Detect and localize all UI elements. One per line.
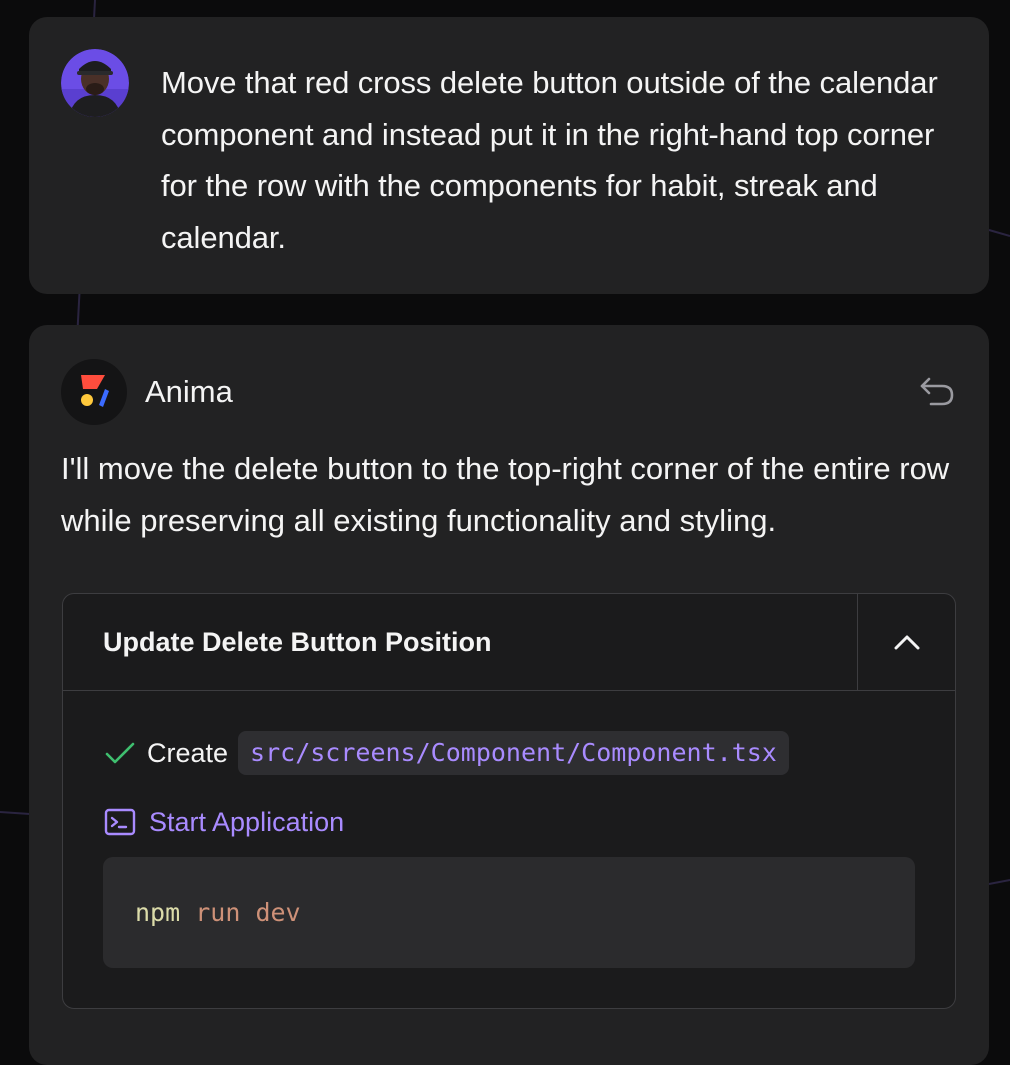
file-path-chip[interactable]: src/screens/Component/Component.tsx <box>238 731 789 775</box>
collapse-button[interactable] <box>857 594 955 690</box>
terminal-icon <box>103 805 137 839</box>
code-arg-run: run <box>195 898 241 927</box>
chevron-up-icon <box>894 635 920 650</box>
check-icon <box>103 736 137 770</box>
assistant-message-text: I'll move the delete button to the top-r… <box>61 451 950 538</box>
code-block: npm run dev <box>103 857 915 968</box>
assistant-message-card: Anima I'll move the delete button to the… <box>29 325 989 1065</box>
start-application-link[interactable]: Start Application <box>103 802 344 842</box>
code-line: npm run dev <box>135 895 301 931</box>
undo-icon <box>920 377 954 406</box>
assistant-name: Anima <box>145 374 233 409</box>
anima-logo-icon <box>61 359 127 425</box>
code-arg-dev: dev <box>255 898 301 927</box>
user-avatar <box>61 49 129 117</box>
start-application-label: Start Application <box>149 806 345 837</box>
step-action-label: Create <box>147 737 229 768</box>
undo-button[interactable] <box>917 373 957 409</box>
step-create-file: Create src/screens/Component/Component.t… <box>103 730 789 776</box>
user-message-text: Move that red cross delete button outsid… <box>161 65 938 255</box>
task-panel: Update Delete Button Position Create src… <box>62 593 956 1009</box>
task-header: Update Delete Button Position <box>63 594 955 691</box>
code-command: npm <box>135 898 181 927</box>
task-title: Update Delete Button Position <box>103 627 492 657</box>
user-message-card: Move that red cross delete button outsid… <box>29 17 989 294</box>
